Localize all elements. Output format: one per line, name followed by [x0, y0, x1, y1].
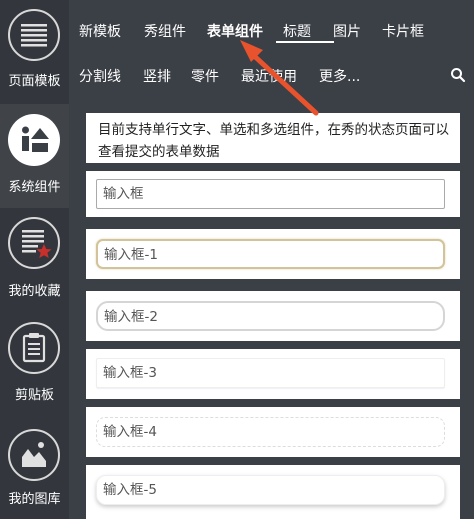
- sidebar-item-system-components[interactable]: 系统组件: [0, 104, 69, 208]
- input-field-4[interactable]: 输入框-4: [96, 417, 445, 447]
- input-field-3[interactable]: 输入框-3: [96, 358, 445, 388]
- sidebar-item-label: 我的收藏: [8, 284, 61, 299]
- active-tab-underline: [276, 41, 334, 43]
- form-components-panel: 目前支持单行文字、单选和多选组件，在秀的状态页面可以查看提交的表单数据 输入框 …: [86, 113, 460, 519]
- sidebar-item-clipboard[interactable]: 剪贴板: [0, 312, 69, 416]
- tab-new-templates[interactable]: 新模板: [79, 21, 121, 41]
- sidebar-item-label: 页面模板: [8, 74, 61, 89]
- tab-recently-used[interactable]: 最近使用: [241, 66, 297, 86]
- sidebar: 页面模板 系统组件 我的收藏 剪贴板 我的图库: [0, 0, 69, 519]
- search-icon[interactable]: [450, 67, 466, 83]
- sidebar-item-label: 剪贴板: [14, 388, 54, 403]
- description-card: 目前支持单行文字、单选和多选组件，在秀的状态页面可以查看提交的表单数据: [86, 113, 460, 163]
- input-field-5[interactable]: 输入框-5: [96, 475, 445, 505]
- component-shapes-icon: [8, 114, 60, 166]
- tab-form-components[interactable]: 表单组件: [207, 21, 263, 41]
- input-component-card[interactable]: 输入框-5: [86, 465, 460, 519]
- input-component-card[interactable]: 输入框-1: [86, 229, 460, 279]
- input-component-card[interactable]: 输入框-2: [86, 291, 460, 341]
- tab-titles[interactable]: 标题: [283, 21, 311, 41]
- clipboard-icon: [8, 322, 60, 374]
- tab-show-components[interactable]: 秀组件: [144, 21, 186, 41]
- favorite-list-icon: [8, 217, 60, 269]
- tab-images[interactable]: 图片: [333, 21, 361, 41]
- sidebar-item-my-favorites[interactable]: 我的收藏: [0, 208, 69, 312]
- sidebar-item-my-gallery[interactable]: 我的图库: [0, 416, 69, 519]
- input-component-card[interactable]: 输入框-3: [86, 349, 460, 399]
- tab-more[interactable]: 更多...: [319, 66, 360, 86]
- input-component-card[interactable]: 输入框-4: [86, 407, 460, 457]
- input-field-2[interactable]: 输入框-2: [96, 301, 445, 331]
- gallery-image-icon: [8, 429, 60, 481]
- sidebar-item-label: 我的图库: [8, 492, 61, 507]
- component-category-nav: 新模板 秀组件 表单组件 标题 图片 卡片框 分割线 竖排 零件 最近使用 更多…: [69, 0, 474, 100]
- input-field-1[interactable]: 输入框-1: [96, 239, 445, 269]
- input-component-card[interactable]: 输入框: [86, 171, 460, 217]
- description-text: 目前支持单行文字、单选和多选组件，在秀的状态页面可以查看提交的表单数据: [98, 122, 449, 160]
- tab-dividers[interactable]: 分割线: [79, 66, 121, 86]
- sidebar-item-label: 系统组件: [8, 180, 61, 195]
- page-list-icon: [8, 9, 60, 61]
- tab-vertical[interactable]: 竖排: [143, 66, 171, 86]
- tab-card-frames[interactable]: 卡片框: [382, 21, 424, 41]
- tab-parts[interactable]: 零件: [191, 66, 219, 86]
- sidebar-item-page-templates[interactable]: 页面模板: [0, 0, 69, 104]
- input-field-default[interactable]: 输入框: [96, 179, 445, 209]
